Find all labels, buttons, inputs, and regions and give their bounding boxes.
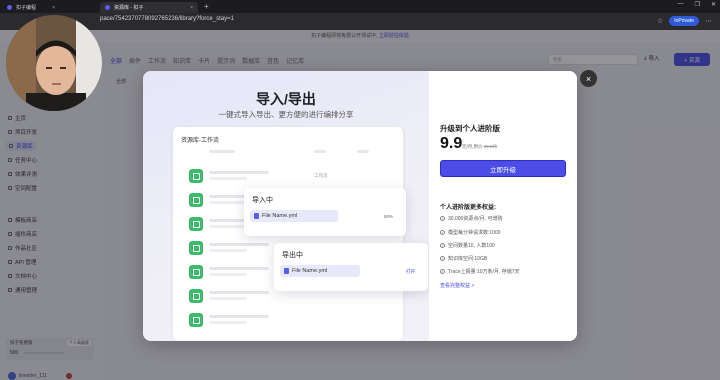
workflow-icon: [189, 169, 203, 183]
list-item: 工作流: [181, 167, 395, 185]
inprivate-badge[interactable]: InPrivate: [669, 16, 699, 26]
row-tag: 工作流: [314, 173, 328, 178]
benefit-item: ✓ 空间数量10, 人数100: [440, 242, 495, 249]
upgrade-button[interactable]: 立即升级: [440, 160, 566, 177]
benefit-text: 30,000资源点/月, 可增购: [448, 216, 503, 222]
check-icon: ✓: [440, 243, 445, 248]
browser-tab-bar: 扣子编程 × 资源库 - 扣子 × + — ❐ ✕: [0, 0, 720, 13]
workflow-icon: [189, 241, 203, 255]
benefits-title: 个人进阶版更多权益:: [440, 205, 496, 211]
address-bar: pace/7542370778092765236/library?force_s…: [0, 13, 720, 30]
workflow-icon: [189, 289, 203, 303]
feature-preview: 导入/导出 一键式导入导出、更方便的进行编排分享 资源库-工作流 工作流 导入中…: [143, 71, 429, 341]
browser-tab-2[interactable]: 资源库 - 扣子 ×: [100, 2, 198, 13]
benefit-item: ✓ 30,000资源点/月, 可增购: [440, 215, 502, 222]
tab-label: 扣子编程: [16, 5, 37, 11]
workflow-icon: [189, 193, 203, 207]
presenter-photo: [6, 15, 102, 111]
tab-label: 资源库 - 扣子: [114, 5, 144, 11]
tab-close-icon[interactable]: ×: [52, 5, 55, 11]
check-icon: ✓: [440, 269, 445, 274]
workflow-icon: [189, 313, 203, 327]
file-name: File Name.yml: [292, 268, 328, 274]
tab-close-icon[interactable]: ×: [190, 5, 193, 11]
maximize-button[interactable]: ❐: [695, 1, 700, 8]
file-icon: [254, 213, 259, 219]
check-icon: ✓: [440, 230, 445, 235]
workflow-icon: [189, 265, 203, 279]
more-menu-icon[interactable]: ⋯: [705, 17, 712, 25]
import-file: File Name.yml: [250, 210, 338, 222]
export-title: 导出中: [282, 252, 303, 259]
benefit-text: 模型每分钟请求数:1000: [448, 230, 501, 236]
upgrade-panel: 升级到个人进阶版 9.9 元/月,原价 39.9元 立即升级 个人进阶版更多权益…: [429, 71, 577, 341]
new-tab-button[interactable]: +: [204, 2, 209, 11]
benefit-text: 知识库空间:10GB: [448, 256, 488, 262]
export-progress-card: 导出中 File Name.yml 打开: [274, 243, 428, 291]
benefit-item: ✓ 模型每分钟请求数:1000: [440, 229, 501, 236]
coze-favicon-icon: [7, 5, 12, 10]
original-price: 39.9元: [483, 144, 498, 149]
modal-close-button[interactable]: ×: [580, 70, 597, 87]
import-export-modal: 导入/导出 一键式导入导出、更方便的进行编排分享 资源库-工作流 工作流 导入中…: [143, 71, 577, 341]
close-window-button[interactable]: ✕: [711, 1, 716, 8]
import-progress-card: 导入中 File Name.yml 50%: [244, 188, 406, 236]
preview-card-header: [181, 147, 395, 155]
benefit-text: Trace上报量:10万条/月, 存储7天: [448, 269, 520, 275]
view-all-benefits-link[interactable]: 查看完整权益 >: [440, 282, 474, 289]
benefit-item: ✓ Trace上报量:10万条/月, 存储7天: [440, 268, 520, 275]
minimize-button[interactable]: —: [678, 1, 684, 8]
list-item: [181, 311, 395, 329]
url-text[interactable]: pace/7542370778092765236/library?force_s…: [100, 16, 234, 22]
open-file-link[interactable]: 打开: [406, 269, 415, 275]
star-icon[interactable]: ☆: [657, 17, 663, 25]
browser-tab-1[interactable]: 扣子编程 ×: [2, 2, 60, 13]
import-percent: 50%: [384, 214, 394, 219]
check-icon: ✓: [440, 256, 445, 261]
benefit-text: 空间数量10, 人数100: [448, 243, 495, 249]
price-unit: 元/月,原价 39.9元: [462, 144, 497, 150]
check-icon: ✓: [440, 216, 445, 221]
price-unit-text: 元/月,原价: [462, 144, 483, 149]
benefit-item: ✓ 知识库空间:10GB: [440, 255, 487, 262]
modal-title: 导入/导出: [256, 91, 316, 107]
upgrade-title: 升级到个人进阶版: [440, 124, 500, 133]
modal-subtitle: 一键式导入导出、更方便的进行编排分享: [218, 110, 354, 119]
import-title: 导入中: [252, 197, 273, 204]
coze-favicon-icon: [105, 5, 110, 10]
file-icon: [284, 268, 289, 274]
window-controls: — ❐ ✕: [678, 1, 716, 8]
preview-card-title: 资源库-工作流: [181, 138, 219, 144]
price: 9.9: [440, 135, 463, 152]
workflow-icon: [189, 217, 203, 231]
webcam-overlay: [6, 15, 102, 111]
export-file: File Name.yml: [280, 265, 360, 277]
file-name: File Name.yml: [262, 213, 298, 219]
